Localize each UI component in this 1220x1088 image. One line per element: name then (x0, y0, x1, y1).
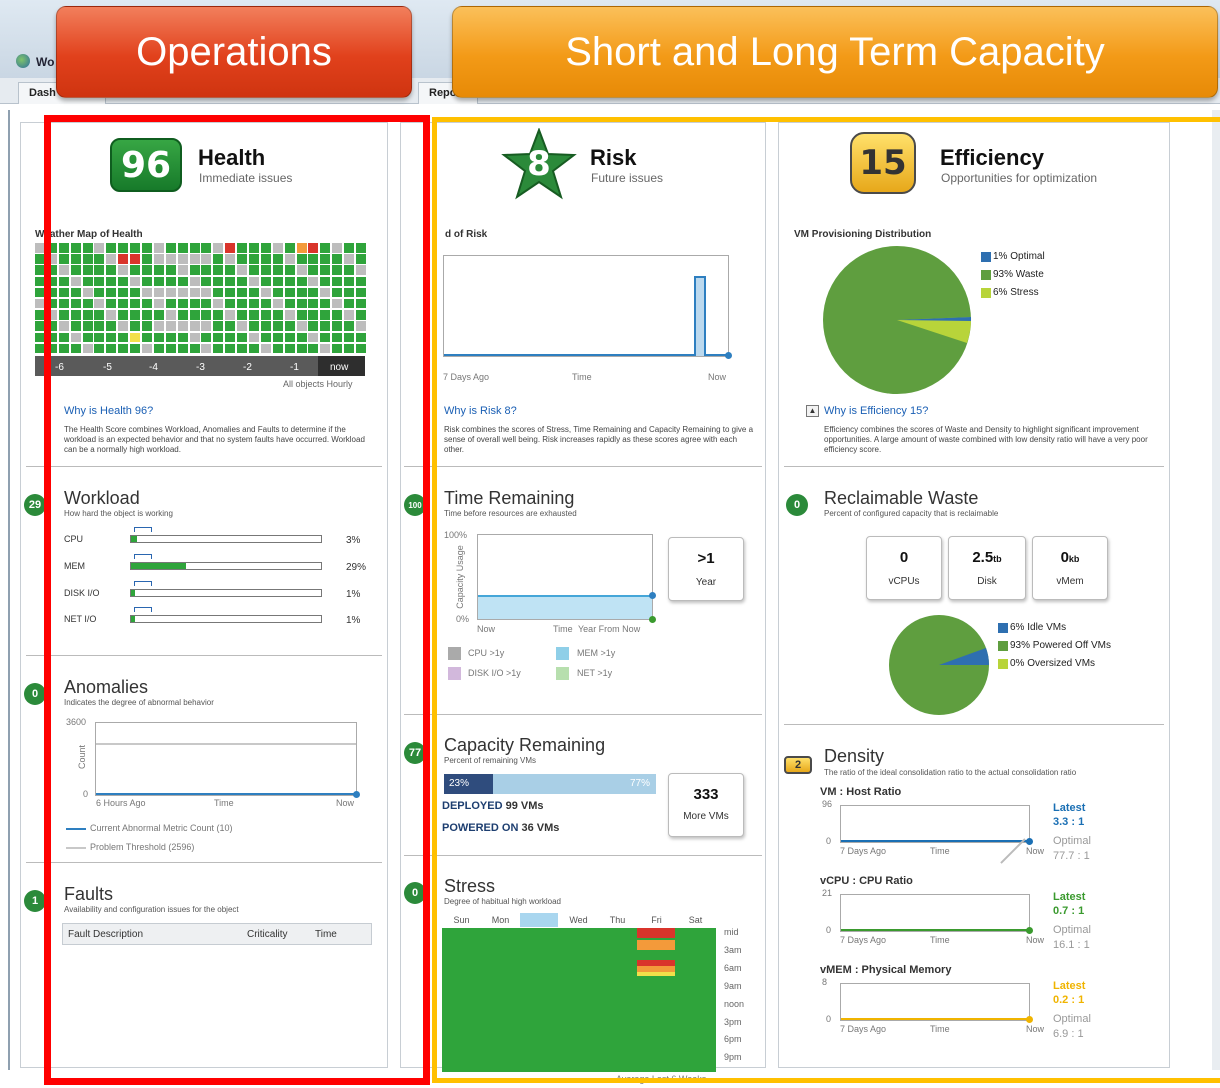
window-title: Wo (36, 55, 55, 69)
capacity-highlight (432, 117, 1220, 1083)
left-border (8, 110, 10, 1070)
workload-badge: 29 (24, 494, 46, 516)
operations-highlight (44, 115, 430, 1085)
capacity-callout: Short and Long Term Capacity (452, 6, 1218, 98)
globe-icon (16, 54, 30, 68)
anomalies-badge: 0 (24, 683, 46, 705)
operations-callout: Operations (56, 6, 412, 98)
faults-badge: 1 (24, 890, 46, 912)
